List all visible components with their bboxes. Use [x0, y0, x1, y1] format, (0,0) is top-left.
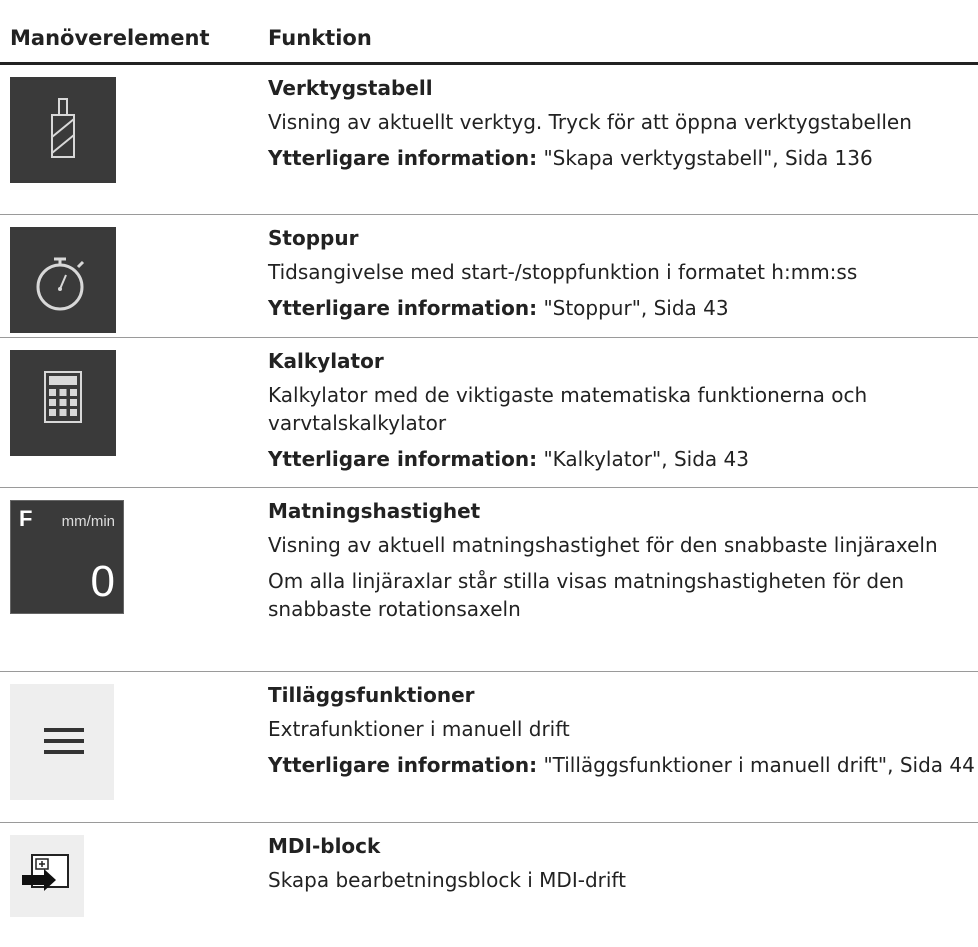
cross-reference-link[interactable]: "Stoppur", Sida 43: [543, 296, 728, 320]
function-description: Tidsangivelse med start-/stoppfunktion i…: [268, 260, 858, 284]
function-description: Extrafunktioner i manuell drift: [268, 717, 570, 741]
cross-reference: Ytterligare information: "Stoppur", Sida…: [268, 296, 729, 320]
cross-reference: Ytterligare information: "Kalkylator", S…: [268, 447, 749, 471]
header-function: Funktion: [268, 14, 978, 65]
table-row: Verktygstabell Visning av aktuellt verkt…: [0, 63, 978, 215]
mdi-block-icon: [10, 835, 84, 917]
table-row: F mm/min 0 Matningshastighet Visning av …: [0, 487, 978, 672]
function-description: Skapa bearbetningsblock i MDI-drift: [268, 868, 626, 892]
cross-reference-link[interactable]: "Kalkylator", Sida 43: [543, 447, 749, 471]
table-row: Stoppur Tidsangivelse med start-/stoppfu…: [0, 214, 978, 338]
menu-icon: [10, 684, 114, 800]
function-name: Kalkylator: [268, 349, 384, 373]
cross-reference-link[interactable]: "Skapa verktygstabell", Sida 136: [543, 146, 872, 170]
function-table: Manöverelement Funktion Verktygstabell V…: [0, 14, 978, 933]
feed-rate-display[interactable]: F mm/min 0: [10, 500, 124, 614]
table-row: MDI-block Skapa bearbetningsblock i MDI-…: [0, 823, 978, 933]
function-description: Kalkylator med de viktigaste matematiska…: [268, 383, 868, 435]
calculator-icon: [10, 350, 116, 456]
table-row: Kalkylator Kalkylator med de viktigaste …: [0, 337, 978, 488]
function-name: MDI-block: [268, 834, 381, 858]
feed-value: 0: [90, 557, 115, 606]
function-name: Matningshastighet: [268, 499, 481, 523]
cross-reference: Ytterligare information: "Skapa verktygs…: [268, 146, 873, 170]
feed-unit: mm/min: [61, 513, 115, 530]
feed-letter: F: [19, 506, 33, 531]
function-name: Tilläggsfunktioner: [268, 683, 475, 707]
cross-reference-link[interactable]: "Tilläggsfunktioner i manuell drift", Si…: [543, 753, 974, 777]
tool-icon: [10, 77, 116, 183]
function-name: Stoppur: [268, 226, 359, 250]
table-row: Tilläggsfunktioner Extrafunktioner i man…: [0, 671, 978, 823]
function-name: Verktygstabell: [268, 76, 433, 100]
stopwatch-icon: [10, 227, 116, 333]
cross-reference: Ytterligare information: "Tilläggsfunkti…: [268, 753, 975, 777]
page: Manöverelement Funktion Verktygstabell V…: [0, 0, 978, 947]
function-description: Visning av aktuell matningshastighet för…: [268, 533, 938, 557]
function-description: Visning av aktuellt verktyg. Tryck för a…: [268, 110, 912, 134]
function-description: Om alla linjäraxlar står stilla visas ma…: [268, 569, 905, 621]
table-header-row: Manöverelement Funktion: [0, 14, 978, 65]
header-control-element: Manöverelement: [0, 14, 268, 65]
